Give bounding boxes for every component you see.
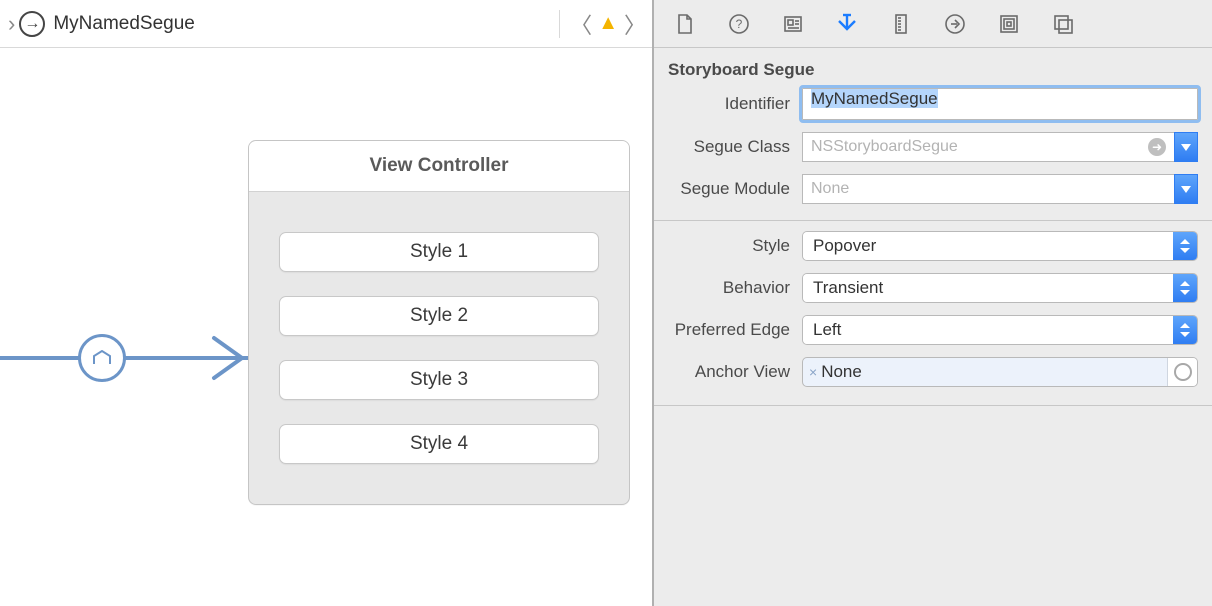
clear-token-icon[interactable]: ×	[809, 364, 817, 380]
connection-well-icon[interactable]	[1167, 358, 1197, 386]
jump-bar: › → MyNamedSegue 〈 ▲ 〉	[0, 0, 652, 48]
jump-bar-separator-icon: ›	[4, 13, 19, 35]
stepper-arrows-icon[interactable]	[1173, 274, 1197, 302]
effects-inspector-tab-icon[interactable]	[1050, 11, 1076, 37]
behavior-label: Behavior	[664, 278, 802, 298]
inspector-empty-area	[654, 406, 1212, 606]
goto-class-icon[interactable]: ➜	[1148, 138, 1166, 156]
anchor-view-field[interactable]: × None	[802, 357, 1198, 387]
view-controller-scene[interactable]: View Controller Style 1 Style 2 Style 3 …	[248, 140, 630, 505]
identifier-label: Identifier	[664, 94, 802, 114]
nav-group: 〈 ▲ 〉	[555, 8, 646, 40]
inspector-panel: ? Storyboard Segue Ident	[653, 0, 1212, 606]
anchor-view-label: Anchor View	[664, 362, 802, 382]
style-button-4[interactable]: Style 4	[279, 424, 599, 464]
nav-forward-icon[interactable]: 〉	[624, 8, 646, 40]
nav-back-icon[interactable]: 〈	[570, 8, 592, 40]
identifier-field[interactable]: MyNamedSegue	[802, 88, 1198, 120]
identity-inspector-tab-icon[interactable]	[780, 11, 806, 37]
bindings-inspector-tab-icon[interactable]	[996, 11, 1022, 37]
stepper-arrows-icon[interactable]	[1173, 316, 1197, 344]
segue-module-combobox[interactable]: None	[802, 174, 1198, 204]
storyboard-canvas-column: › → MyNamedSegue 〈 ▲ 〉 View Controller	[0, 0, 653, 606]
style-popup[interactable]: Popover	[802, 231, 1198, 261]
segue-class-combobox[interactable]: NSStoryboardSegue➜	[802, 132, 1198, 162]
style-button-2[interactable]: Style 2	[279, 296, 599, 336]
segue-arrow-head-icon	[208, 334, 248, 382]
inspector-section-heading: Storyboard Segue	[654, 48, 1212, 88]
view-controller-body: Style 1 Style 2 Style 3 Style 4	[249, 192, 629, 504]
file-inspector-tab-icon[interactable]	[672, 11, 698, 37]
issues-warning-icon[interactable]: ▲	[598, 12, 618, 35]
size-inspector-tab-icon[interactable]	[888, 11, 914, 37]
attributes-inspector-tab-icon[interactable]	[834, 11, 860, 37]
dropdown-button-icon[interactable]	[1174, 132, 1198, 162]
svg-text:?: ?	[736, 17, 743, 31]
style-button-1[interactable]: Style 1	[279, 232, 599, 272]
inspector-tabs: ?	[654, 0, 1212, 48]
storyboard-canvas[interactable]: View Controller Style 1 Style 2 Style 3 …	[0, 48, 652, 606]
style-button-3[interactable]: Style 3	[279, 360, 599, 400]
quick-help-tab-icon[interactable]: ?	[726, 11, 752, 37]
segue-module-label: Segue Module	[664, 179, 802, 199]
segue-class-label: Segue Class	[664, 137, 802, 157]
preferred-edge-label: Preferred Edge	[664, 320, 802, 340]
connections-inspector-tab-icon[interactable]	[942, 11, 968, 37]
preferred-edge-popup[interactable]: Left	[802, 315, 1198, 345]
behavior-popup[interactable]: Transient	[802, 273, 1198, 303]
segue-source-dot[interactable]	[78, 334, 126, 382]
stepper-arrows-icon[interactable]	[1173, 232, 1197, 260]
dropdown-button-icon[interactable]	[1174, 174, 1198, 204]
jump-bar-crumb[interactable]: MyNamedSegue	[53, 13, 195, 35]
segue-crumb-icon: →	[19, 11, 45, 37]
style-label: Style	[664, 236, 802, 256]
view-controller-title: View Controller	[249, 141, 629, 192]
